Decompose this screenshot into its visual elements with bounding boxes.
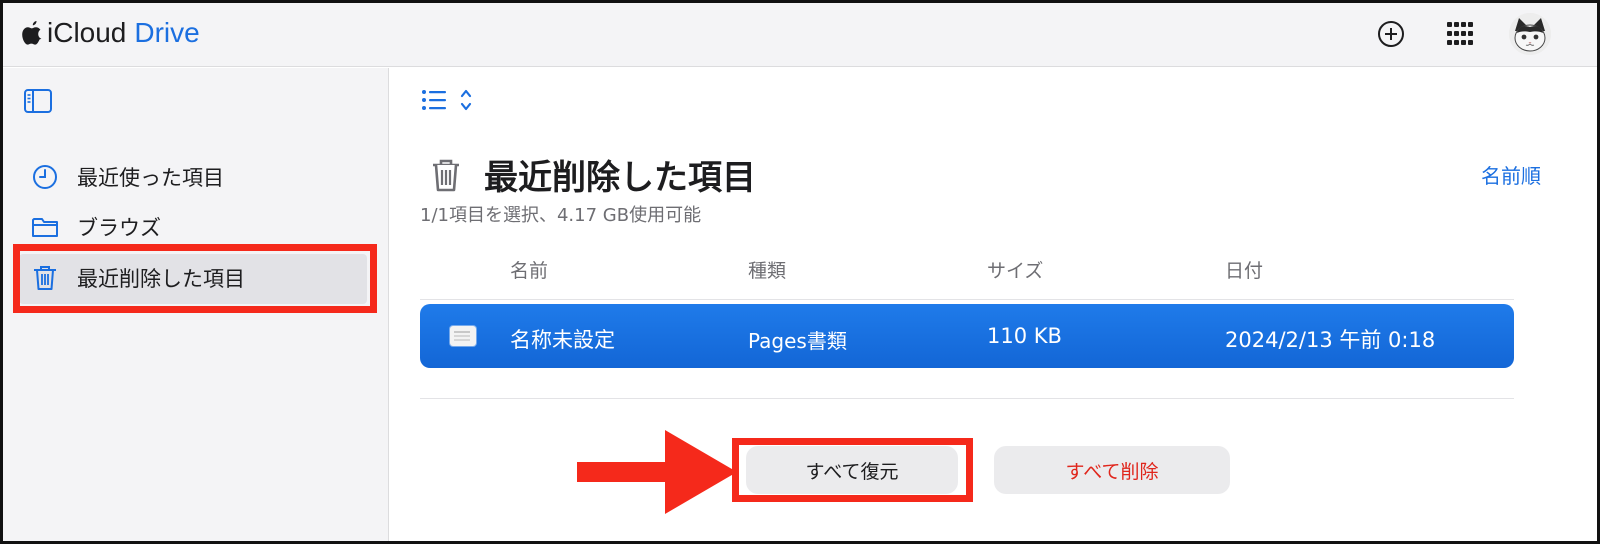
divider bbox=[420, 398, 1514, 399]
selection-status: 1/1項目を選択、4.17 GB使用可能 bbox=[420, 205, 702, 226]
row-kind: Pages書類 bbox=[748, 329, 847, 353]
window: iCloud Drive 最近使った項目 ブラウズ 最近削除した項目 最近削除し… bbox=[0, 0, 1600, 544]
annotation-highlight-box bbox=[13, 244, 377, 313]
cat-avatar-icon bbox=[1509, 13, 1551, 55]
clock-icon bbox=[33, 165, 57, 189]
column-header-name[interactable]: 名前 bbox=[510, 256, 548, 283]
avatar[interactable] bbox=[1509, 13, 1551, 55]
delete-all-button[interactable]: すべて削除 bbox=[994, 446, 1230, 494]
divider bbox=[420, 299, 1514, 300]
app-grid-icon[interactable] bbox=[1445, 19, 1475, 49]
folder-icon bbox=[32, 218, 58, 237]
top-bar: iCloud Drive bbox=[3, 3, 1597, 67]
column-header-size[interactable]: サイズ bbox=[987, 256, 1043, 283]
list-view-toggle-icon[interactable] bbox=[420, 86, 480, 116]
annotation-highlight-box bbox=[732, 438, 973, 502]
row-size: 110 KB bbox=[987, 324, 1062, 348]
trash-icon bbox=[433, 159, 459, 191]
sidebar-item-label: ブラウズ bbox=[77, 216, 161, 240]
brand[interactable]: iCloud Drive bbox=[21, 17, 200, 49]
sidebar-item-label: 最近使った項目 bbox=[77, 166, 224, 190]
sidebar: 最近使った項目 ブラウズ 最近削除した項目 bbox=[3, 68, 389, 541]
apple-logo-icon bbox=[22, 21, 42, 45]
row-date: 2024/2/13 午前 0:18 bbox=[1225, 328, 1436, 352]
page-title: 最近削除した項目 bbox=[484, 158, 756, 198]
annotation-arrow-icon bbox=[577, 430, 737, 514]
brand-drive: Drive bbox=[134, 17, 200, 48]
column-header-date[interactable]: 日付 bbox=[1225, 256, 1263, 283]
sidebar-toggle-icon[interactable] bbox=[23, 88, 53, 114]
sort-button[interactable]: 名前順 bbox=[1481, 160, 1541, 189]
column-header-kind[interactable]: 種類 bbox=[748, 256, 786, 283]
sidebar-item-browse[interactable]: ブラウズ bbox=[31, 207, 161, 247]
sidebar-item-recents[interactable]: 最近使った項目 bbox=[31, 157, 224, 197]
row-name: 名称未設定 bbox=[510, 328, 615, 352]
pages-document-icon bbox=[450, 326, 476, 346]
brand-icloud: iCloud bbox=[47, 17, 127, 48]
table-row[interactable]: 名称未設定 Pages書類 110 KB 2024/2/13 午前 0:18 bbox=[420, 304, 1514, 368]
page-header: 最近削除した項目 bbox=[430, 150, 756, 199]
add-circle-icon[interactable] bbox=[1376, 19, 1406, 49]
main-content: 最近削除した項目 名前順 1/1項目を選択、4.17 GB使用可能 名前 種類 … bbox=[390, 68, 1597, 541]
